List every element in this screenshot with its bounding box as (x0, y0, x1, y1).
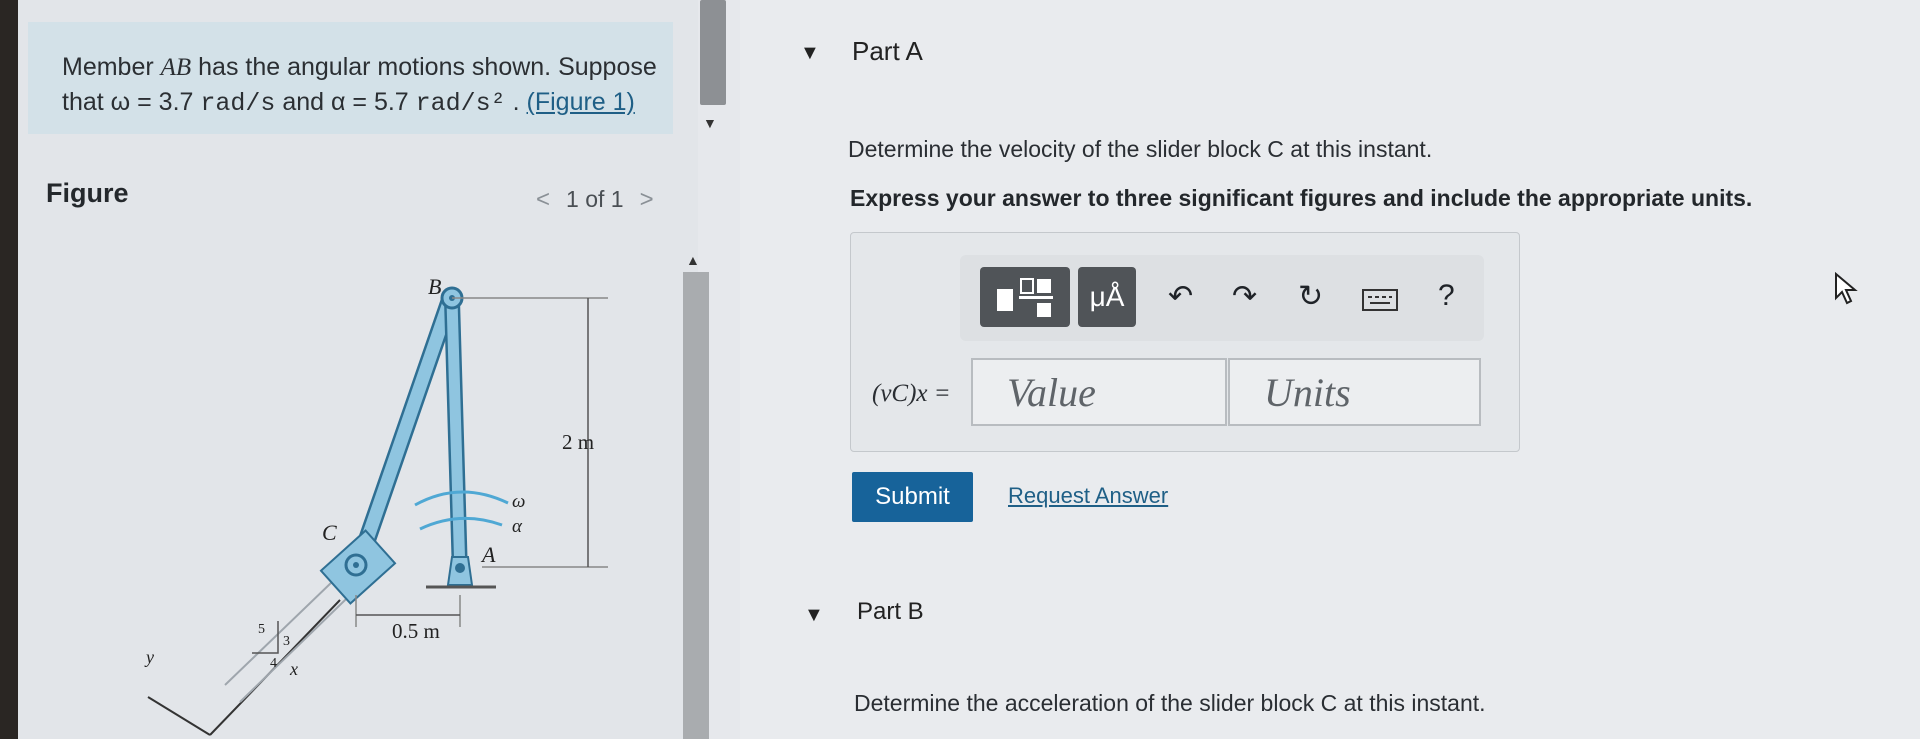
help-button[interactable]: ? (1438, 279, 1455, 313)
label-height: 2 m (562, 430, 594, 454)
problem-scrollbar-thumb[interactable] (700, 0, 726, 105)
undo-icon[interactable]: ↶ (1168, 279, 1193, 314)
omega-value: ω = 3.7 (110, 88, 194, 116)
request-answer-link[interactable]: Request Answer (1008, 483, 1168, 509)
pin-c-center (353, 562, 359, 568)
part-b-title[interactable]: Part B (857, 598, 924, 626)
label-y: y (144, 647, 154, 667)
problem-statement: Member AB has the angular motions shown.… (62, 50, 662, 121)
part-a-title[interactable]: Part A (852, 36, 923, 67)
mouse-cursor-icon (1835, 272, 1858, 305)
fraction-template-button[interactable] (980, 267, 1070, 327)
rod-cb (353, 293, 457, 567)
label-tri5: 5 (258, 622, 265, 637)
part-b-collapse-icon[interactable]: ▼ (804, 604, 824, 627)
alpha-value: α = 5.7 (331, 88, 409, 116)
reset-icon[interactable]: ↻ (1298, 279, 1323, 314)
figure-link[interactable]: (Figure 1) (527, 88, 635, 116)
submit-button[interactable]: Submit (852, 472, 973, 522)
figure-pager: <1 of 1 > (520, 186, 670, 214)
scroll-down-icon[interactable]: ▼ (703, 115, 717, 131)
figure-heading: Figure (46, 178, 129, 208)
part-a-instruction: Express your answer to three significant… (850, 185, 1753, 211)
keyboard-icon[interactable] (1362, 285, 1398, 319)
label-omega: ω (512, 491, 525, 512)
units-button[interactable]: μÅ (1078, 267, 1136, 327)
part-a-question: Determine the velocity of the slider blo… (848, 136, 1433, 162)
problem-text-5: . (505, 88, 527, 116)
figure-scroll-up-icon[interactable]: ▲ (686, 252, 700, 268)
problem-text-1: Member (62, 53, 161, 81)
pin-a (455, 563, 465, 573)
problem-text-4: and (275, 88, 331, 116)
alpha-unit: rad/s² (415, 89, 506, 118)
label-tri3: 3 (283, 634, 290, 649)
prev-figure-button[interactable]: < (536, 186, 550, 213)
figure-page-count: 1 of 1 (566, 186, 624, 212)
omega-unit: rad/s (200, 89, 276, 118)
equation-label: (vC)x = (872, 380, 951, 407)
part-a-collapse-icon[interactable]: ▼ (800, 42, 820, 65)
label-a: A (480, 542, 496, 567)
problem-text-2: has the angular motions shown. Suppose (191, 53, 657, 81)
label-alpha: α (512, 516, 523, 537)
units-input[interactable]: Units (1228, 358, 1481, 426)
member-name: AB (160, 54, 192, 81)
redo-icon[interactable]: ↷ (1232, 279, 1257, 314)
figure-scrollbar[interactable] (683, 272, 709, 739)
label-tri4: 4 (270, 656, 277, 671)
fraction-template-icon (997, 278, 1053, 317)
part-b-question: Determine the acceleration of the slider… (854, 690, 1486, 716)
problem-text-3: that (62, 88, 111, 116)
screen-bezel (0, 0, 18, 739)
value-input[interactable]: Value (971, 358, 1227, 426)
ground-line (147, 696, 211, 736)
label-x: x (289, 659, 298, 679)
next-figure-button[interactable]: > (640, 186, 654, 213)
label-width: 0.5 m (392, 619, 440, 643)
label-b: B (428, 274, 441, 299)
label-c: C (322, 520, 337, 545)
mechanism-figure: B C A 2 m 0.5 m ω α 5 3 4 x y (144, 274, 608, 736)
